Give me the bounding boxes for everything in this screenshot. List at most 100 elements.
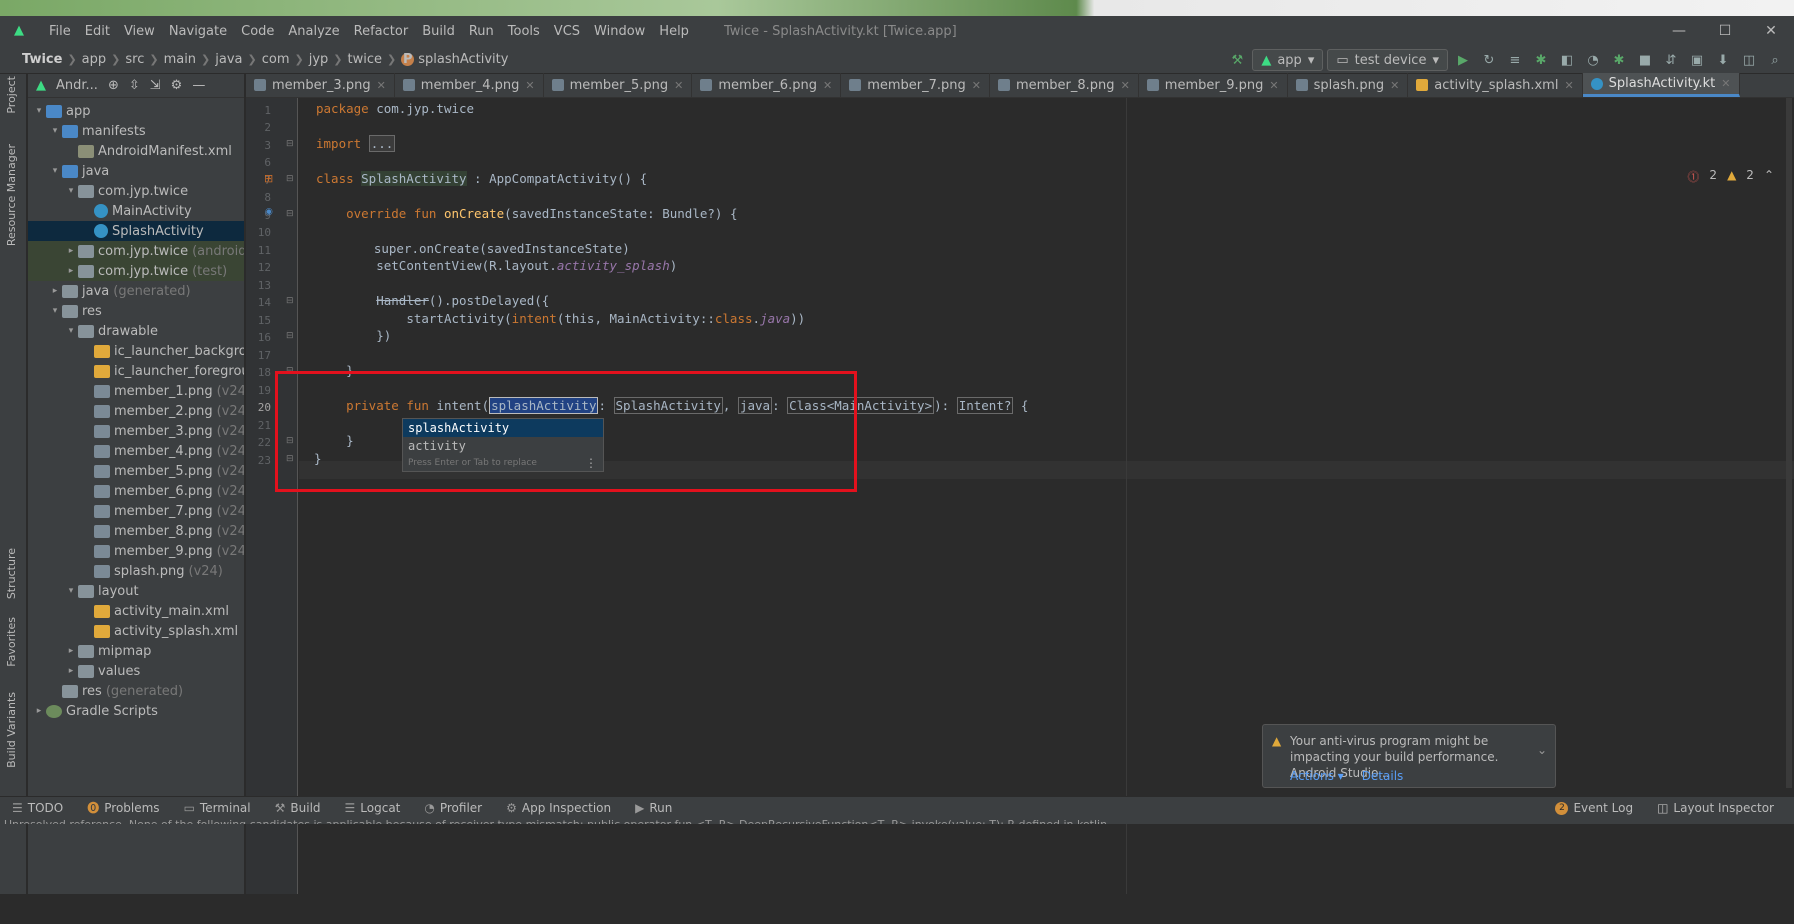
tree-item[interactable]: ▸ mipmap: [28, 641, 244, 661]
tree-item[interactable]: member_8.png(v24): [28, 521, 244, 541]
tree-item[interactable]: ic_launcher_foreground.x: [28, 361, 244, 381]
menu-item-help[interactable]: Help: [652, 24, 696, 39]
minimize-icon[interactable]: —: [1656, 16, 1702, 46]
expand-all-icon[interactable]: ⇳: [129, 78, 140, 93]
expand-arrow-icon[interactable]: ▾: [48, 306, 62, 316]
breadcrumb-item[interactable]: com: [262, 52, 290, 67]
breadcrumb-item[interactable]: Twice: [22, 52, 62, 67]
profile-icon[interactable]: ◔: [1582, 49, 1604, 71]
breadcrumb-item[interactable]: twice: [348, 52, 383, 67]
layout-inspector-icon[interactable]: ◫: [1738, 49, 1760, 71]
editor-tab[interactable]: member_5.png ✕: [544, 73, 693, 97]
tree-item[interactable]: SplashActivity: [28, 221, 244, 241]
inspection-widget[interactable]: ⓵2 ▲ 2 ⌃: [1687, 168, 1774, 185]
device-select[interactable]: ▭ test device ▾: [1327, 49, 1448, 71]
fold-icon[interactable]: ⊟: [286, 174, 294, 184]
expand-arrow-icon[interactable]: ▾: [64, 326, 78, 336]
expand-arrow-icon[interactable]: ▸: [64, 646, 78, 656]
breadcrumb-item[interactable]: app: [82, 52, 106, 67]
tree-item[interactable]: member_3.png(v24): [28, 421, 244, 441]
coverage-icon[interactable]: ◧: [1556, 49, 1578, 71]
close-tab-icon[interactable]: ✕: [377, 79, 386, 92]
menu-item-analyze[interactable]: Analyze: [281, 24, 346, 39]
chevron-up-icon[interactable]: ⌃: [1764, 168, 1774, 185]
locate-icon[interactable]: ⊕: [108, 78, 119, 93]
close-tab-icon[interactable]: ✕: [525, 79, 534, 92]
expand-arrow-icon[interactable]: ▾: [64, 186, 78, 196]
close-tab-icon[interactable]: ✕: [1121, 79, 1130, 92]
expand-arrow-icon[interactable]: ▸: [32, 706, 46, 716]
sdk-manager-icon[interactable]: ⬇: [1712, 49, 1734, 71]
tool-window-app-inspection[interactable]: ⚙ App Inspection: [494, 799, 623, 816]
menu-item-build[interactable]: Build: [415, 24, 462, 39]
expand-arrow-icon[interactable]: ▾: [64, 586, 78, 596]
expand-arrow-icon[interactable]: ▾: [32, 106, 46, 116]
menu-item-file[interactable]: File: [42, 24, 78, 39]
menu-item-code[interactable]: Code: [234, 24, 281, 39]
editor-tab[interactable]: SplashActivity.kt ✕: [1582, 73, 1740, 97]
menu-item-view[interactable]: View: [117, 24, 162, 39]
tool-tab-build-variants[interactable]: Build Variants: [5, 692, 18, 768]
tool-window-build[interactable]: ⚒ Build: [263, 799, 333, 816]
tree-item[interactable]: member_4.png(v24): [28, 441, 244, 461]
search-icon[interactable]: ⌕: [1764, 49, 1786, 71]
tree-item[interactable]: ic_launcher_background.: [28, 341, 244, 361]
menu-item-run[interactable]: Run: [462, 24, 501, 39]
run-config-select[interactable]: ▲ app ▾: [1252, 49, 1324, 71]
class-gutter-icon[interactable]: ⊞: [264, 172, 273, 185]
tool-window-logcat[interactable]: ☰ Logcat: [333, 799, 413, 816]
menu-item-edit[interactable]: Edit: [78, 24, 117, 39]
editor-tab[interactable]: member_6.png ✕: [692, 73, 842, 97]
rerun-icon[interactable]: ↻: [1478, 49, 1500, 71]
menu-item-vcs[interactable]: VCS: [547, 24, 587, 39]
avd-manager-icon[interactable]: ▣: [1686, 49, 1708, 71]
debug-icon[interactable]: ✱: [1530, 49, 1552, 71]
chevron-down-icon[interactable]: ⌄: [1537, 743, 1547, 757]
tree-item[interactable]: ▾ res: [28, 301, 244, 321]
attach-debugger-icon[interactable]: ✱: [1608, 49, 1630, 71]
editor-tab[interactable]: member_9.png ✕: [1139, 73, 1288, 97]
tree-item[interactable]: ▾ layout: [28, 581, 244, 601]
expand-arrow-icon[interactable]: ▾: [48, 166, 62, 176]
tree-item[interactable]: activity_splash.xml: [28, 621, 244, 641]
maximize-icon[interactable]: ☐: [1702, 16, 1748, 46]
sync-icon[interactable]: ⇵: [1660, 49, 1682, 71]
apply-changes-icon[interactable]: ≡: [1504, 49, 1526, 71]
override-gutter-icon[interactable]: ◉: [265, 207, 273, 217]
close-tab-icon[interactable]: ✕: [972, 79, 981, 92]
tree-item[interactable]: ▾ drawable: [28, 321, 244, 341]
tool-tab-project[interactable]: Project: [5, 76, 18, 114]
tree-item[interactable]: ▸ java (generated): [28, 281, 244, 301]
breadcrumb-item[interactable]: main: [164, 52, 196, 67]
tool-window-terminal[interactable]: ▭ Terminal: [172, 799, 263, 816]
tree-item[interactable]: MainActivity: [28, 201, 244, 221]
tree-item[interactable]: member_6.png(v24): [28, 481, 244, 501]
tree-item[interactable]: ▸ Gradle Scripts: [28, 701, 244, 721]
tool-tab-favorites[interactable]: Favorites: [5, 617, 18, 667]
close-tab-icon[interactable]: ✕: [1269, 79, 1278, 92]
editor-tab[interactable]: member_4.png ✕: [395, 73, 544, 97]
tree-item[interactable]: member_9.png(v24): [28, 541, 244, 561]
editor-tab[interactable]: splash.png ✕: [1288, 73, 1409, 97]
tree-item[interactable]: ▾ manifests: [28, 121, 244, 141]
fold-icon[interactable]: ⊟: [286, 296, 294, 306]
tree-item[interactable]: AndroidManifest.xml: [28, 141, 244, 161]
editor-tab[interactable]: member_3.png ✕: [246, 73, 395, 97]
code-area[interactable]: package com.jyp.twice import ... class S…: [314, 100, 1028, 466]
details-link[interactable]: Details: [1362, 769, 1404, 783]
close-tab-icon[interactable]: ✕: [823, 79, 832, 92]
breadcrumb-item[interactable]: jyp: [309, 52, 329, 67]
tool-tab-resource-manager[interactable]: Resource Manager: [5, 144, 18, 246]
tree-item[interactable]: splash.png (v24): [28, 561, 244, 581]
tree-item[interactable]: ▾ com.jyp.twice: [28, 181, 244, 201]
expand-arrow-icon[interactable]: ▸: [64, 266, 78, 276]
close-icon[interactable]: ✕: [1748, 16, 1794, 46]
breadcrumb-item[interactable]: splashActivity: [418, 52, 508, 67]
close-tab-icon[interactable]: ✕: [674, 79, 683, 92]
run-icon[interactable]: ▶: [1452, 49, 1474, 71]
tool-window-run[interactable]: ▶ Run: [623, 799, 684, 816]
stop-icon[interactable]: ■: [1634, 49, 1656, 71]
tool-tab-structure[interactable]: Structure: [5, 548, 18, 599]
close-tab-icon[interactable]: ✕: [1721, 77, 1730, 90]
tool-window-profiler[interactable]: ◔ Profiler: [412, 799, 494, 816]
